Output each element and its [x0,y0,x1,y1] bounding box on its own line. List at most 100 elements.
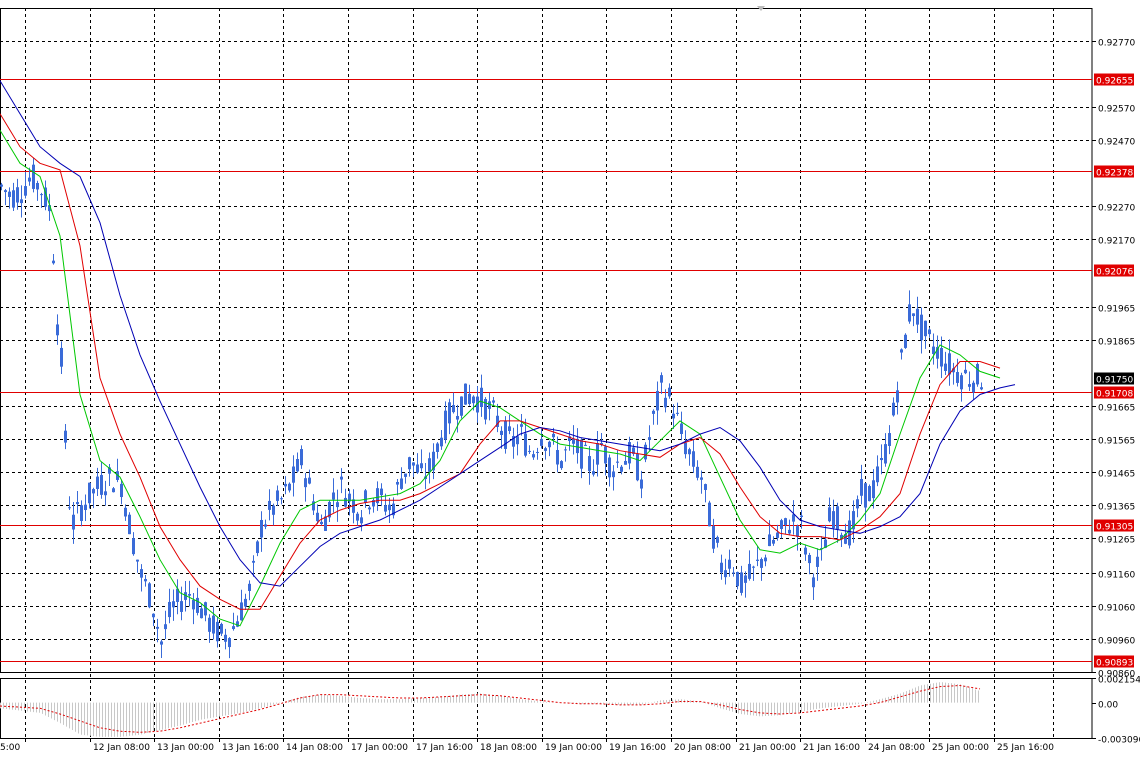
candle-body [304,478,307,488]
candle-body [148,583,151,608]
candle-body [508,426,511,431]
candle-body [68,507,71,509]
candle-body [136,559,139,562]
candle-body [292,466,295,483]
candle-body [240,602,243,621]
candle-body [132,538,135,555]
level-price-label: 0.92378 [1096,169,1133,179]
candle-body [744,575,747,583]
candle-body [752,566,755,568]
candle-body [192,599,195,610]
candle-body [928,329,931,335]
candle-body [884,444,887,464]
candle-body [776,532,779,538]
candle-body [384,505,387,512]
chart-window[interactable]: 0.92770 0.92570 0.92470 0.92270 0.92170 0.919… [0,0,1140,757]
candle-body [248,583,251,591]
candle-body [780,520,783,529]
candle-body [648,437,651,441]
price-axis-label: 0.91465 [1098,470,1135,480]
candle-body [188,593,191,596]
candle-body [932,346,935,354]
candle-body [880,457,883,461]
candle-body [340,476,343,480]
candle-body [972,382,975,393]
candle-body [556,450,559,465]
candle-body [300,449,303,466]
candle-body [96,476,99,489]
price-axis-label: 0.91265 [1098,536,1135,546]
candle-body [264,524,267,527]
price-chart[interactable]: 0.92770 0.92570 0.92470 0.92270 0.92170 0.919… [0,0,1140,757]
candle-body [692,451,695,467]
price-axis-label: 0.92170 [1098,237,1135,247]
candle-body [868,486,871,502]
candle-body [608,457,611,478]
candle-body [772,539,775,544]
time-axis-label: 13 Jan 00:00 [157,743,214,753]
candle-body [548,441,551,448]
candle-body [428,458,431,472]
candle-body [920,314,923,341]
candle-body [464,383,467,405]
candle-body [576,438,579,454]
candle-body [144,578,147,582]
time-axis-label: 21 Jan 00:00 [739,743,796,753]
candle-body [960,375,963,390]
candle-body [36,183,39,190]
candle-body [552,433,555,438]
candle-body [152,613,155,618]
candle-body [856,499,859,509]
price-axis-label: 0.91865 [1098,338,1135,348]
candle-body [896,390,899,403]
candle-body [120,483,123,498]
candle-body [56,324,59,336]
candle-body [16,187,19,203]
oscillator-pane[interactable] [0,678,1093,739]
candle-body [672,413,675,419]
candle-body [944,363,947,371]
oscillator-axis-label: -0.003096 [1098,736,1140,746]
candle-body [84,504,87,511]
candle-body [616,461,619,463]
candle-body [404,473,407,477]
candle-body [332,492,335,500]
candle-body [848,520,851,546]
price-axis-label: 0.92570 [1098,105,1135,115]
candle-body [224,634,227,642]
candle-body [804,547,807,555]
candle-body [728,559,731,569]
time-axis-label: 17 Jan 16:00 [416,743,473,753]
candle-body [128,514,131,535]
candle-body [768,534,771,547]
candle-body [876,466,879,483]
candle-body [440,437,443,447]
time-axis-label: 17 Jan 00:00 [351,743,408,753]
candle-body [904,334,907,348]
candle-body [720,562,723,573]
time-axis-label: 12 Jan 08:00 [93,743,150,753]
candle-body [708,502,711,527]
candle-body [900,349,903,353]
candle-body [156,626,159,629]
price-axis-label: 0.91665 [1098,404,1135,414]
candle-body [296,459,299,472]
candle-body [436,443,439,452]
candle-body [516,436,519,445]
candle-body [456,415,459,420]
candle-body [664,397,667,408]
candle-body [792,514,795,522]
candle-body [368,507,371,510]
candle-body [272,505,275,515]
candle-body [444,410,447,440]
candle-body [908,304,911,322]
price-axis-label: 0.92470 [1098,138,1135,148]
candle-body [160,641,163,645]
price-axis-label: 0.91965 [1098,305,1135,315]
main-price-pane[interactable] [0,6,1093,738]
candle-body [284,483,287,487]
candle-body [588,456,591,472]
candle-body [216,621,219,642]
candle-body [540,438,543,446]
level-price-label: 0.90893 [1096,659,1133,669]
